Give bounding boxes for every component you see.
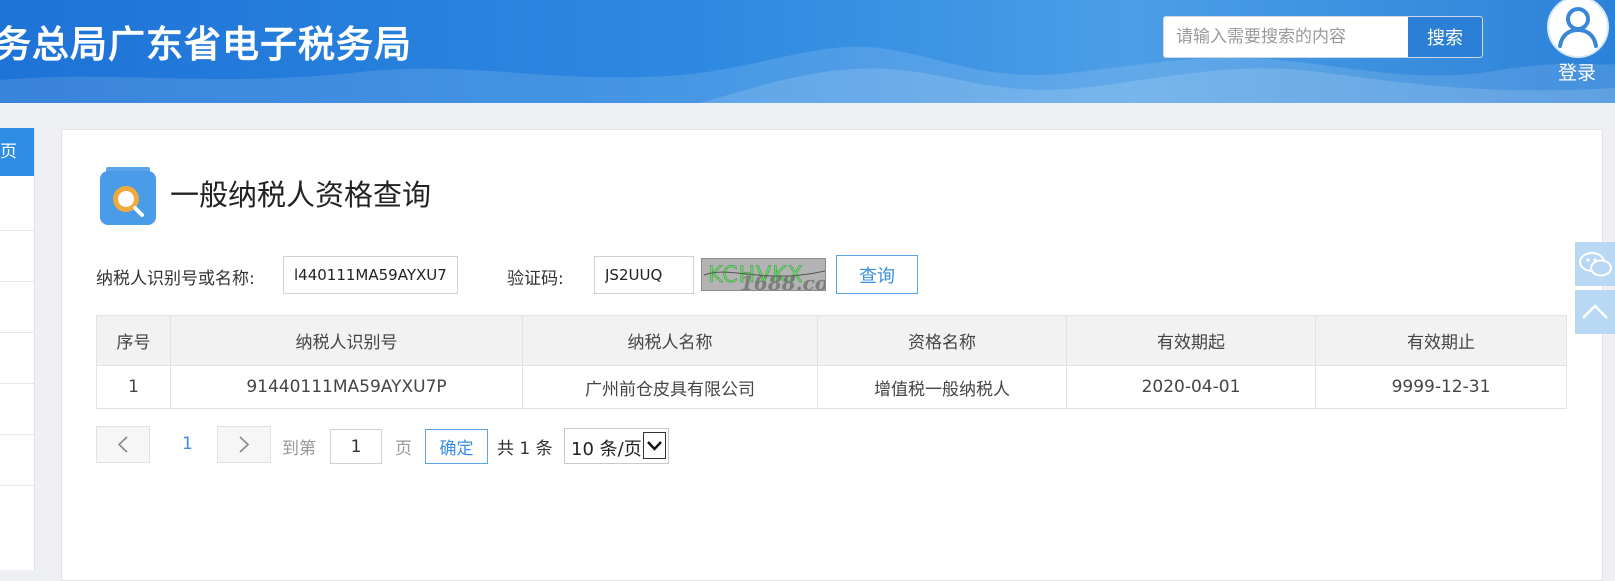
table-cell: 1 xyxy=(96,365,171,409)
result-table: 序号 纳税人识别号 纳税人名称 资格名称 有效期起 有效期止 1 9144011… xyxy=(96,315,1567,409)
table-cell: 9999-12-31 xyxy=(1315,365,1567,409)
captcha-watermark: 1688.com xyxy=(740,271,826,291)
total-count: 共 1 条 xyxy=(497,439,553,459)
table-cell: 增值税一般纳税人 xyxy=(817,365,1067,409)
page-size-select[interactable]: 10 条/页 xyxy=(564,428,669,464)
column-header: 纳税人识别号 xyxy=(170,315,523,366)
header-search: 搜索 xyxy=(1163,16,1483,58)
wechat-float-button[interactable] xyxy=(1575,242,1615,286)
chevron-right-icon xyxy=(239,436,250,453)
next-page-button[interactable] xyxy=(217,426,271,463)
query-button[interactable]: 查询 xyxy=(836,255,918,294)
column-header: 纳税人名称 xyxy=(522,315,818,366)
wechat-icon xyxy=(1579,252,1612,277)
captcha-input[interactable] xyxy=(594,256,694,294)
page-jump-input[interactable] xyxy=(330,429,382,464)
column-header: 资格名称 xyxy=(817,315,1067,366)
search-input[interactable] xyxy=(1164,17,1408,57)
table-cell: 2020-04-01 xyxy=(1066,365,1316,409)
column-header: 序号 xyxy=(96,315,171,366)
captcha-image[interactable]: KCHVKX 1688.com xyxy=(701,258,826,291)
column-header: 有效期起 xyxy=(1066,315,1316,366)
page-title: 一般纳税人资格查询 xyxy=(170,178,432,212)
chevron-up-icon xyxy=(1582,304,1608,319)
back-to-top-button[interactable] xyxy=(1575,290,1615,334)
search-button[interactable]: 搜索 xyxy=(1408,17,1482,57)
taxpayer-label: 纳税人识别号或名称: xyxy=(96,269,255,289)
sidebar-divider xyxy=(0,434,34,435)
login-area[interactable]: 登录 xyxy=(1545,0,1609,90)
sidebar: 页 xyxy=(0,128,35,570)
sidebar-divider xyxy=(0,485,34,486)
sidebar-divider xyxy=(0,281,34,282)
chevron-left-icon xyxy=(117,436,128,453)
taxpayer-input[interactable] xyxy=(283,256,458,294)
sidebar-divider xyxy=(0,383,34,384)
login-link[interactable]: 登录 xyxy=(1545,58,1609,85)
site-title: 务总局广东省电子税务局 xyxy=(0,23,412,66)
sidebar-divider xyxy=(0,332,34,333)
goto-label: 到第 xyxy=(282,439,316,459)
table-cell: 91440111MA59AYXU7P xyxy=(170,365,523,409)
sidebar-divider xyxy=(0,230,34,231)
confirm-button[interactable]: 确定 xyxy=(425,429,488,464)
search-document-icon xyxy=(100,167,156,225)
prev-page-button[interactable] xyxy=(96,426,150,463)
column-header: 有效期止 xyxy=(1315,315,1567,366)
table-header-row: 序号 纳税人识别号 纳税人名称 资格名称 有效期起 有效期止 xyxy=(96,315,1567,366)
chevron-down-icon[interactable] xyxy=(643,432,666,459)
table-row: 1 91440111MA59AYXU7P 广州前仓皮具有限公司 增值税一般纳税人… xyxy=(96,365,1567,409)
table-cell: 广州前仓皮具有限公司 xyxy=(522,365,818,409)
user-icon[interactable] xyxy=(1547,0,1609,58)
page-suffix: 页 xyxy=(395,439,412,459)
page-size-label: 10 条/页 xyxy=(571,439,642,460)
sidebar-item-home[interactable]: 页 xyxy=(0,128,34,176)
captcha-label: 验证码: xyxy=(507,269,564,289)
top-header: 务总局广东省电子税务局 搜索 登录 xyxy=(0,0,1615,103)
current-page[interactable]: 1 xyxy=(182,434,193,454)
